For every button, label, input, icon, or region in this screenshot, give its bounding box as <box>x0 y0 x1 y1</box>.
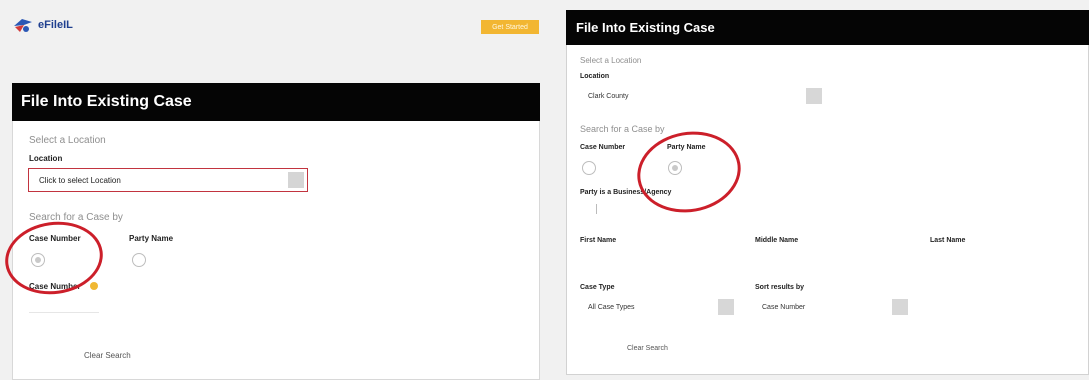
location-select[interactable]: Click to select Location <box>28 168 308 192</box>
right-location-value[interactable]: Clark County <box>588 93 628 100</box>
middle-name-input[interactable] <box>755 252 905 264</box>
logo-text: eFileIL <box>38 19 73 31</box>
first-name-label: First Name <box>580 237 617 244</box>
right-location-label: Location <box>580 73 610 80</box>
first-name-input[interactable] <box>580 252 730 264</box>
middle-name-label: Middle Name <box>755 237 799 244</box>
sort-results-label: Sort results by <box>755 284 805 291</box>
case-number-input[interactable] <box>29 298 99 313</box>
required-indicator-icon <box>90 282 98 290</box>
case-type-value[interactable]: All Case Types <box>588 304 635 311</box>
right-select-location-heading: Select a Location <box>580 56 642 65</box>
location-dropdown-button-icon[interactable] <box>806 88 822 104</box>
dropdown-button-icon[interactable] <box>288 172 304 188</box>
sort-results-value[interactable]: Case Number <box>762 304 805 311</box>
search-case-heading: Search for a Case by <box>29 212 123 223</box>
logo-emblem-icon <box>12 16 34 34</box>
party-name-option-label: Party Name <box>129 234 174 243</box>
right-case-number-option-label: Case Number <box>580 144 626 151</box>
get-started-button[interactable]: Get Started <box>481 20 539 34</box>
last-name-label: Last Name <box>930 237 966 244</box>
efile-logo[interactable]: eFileIL <box>12 16 73 34</box>
right-panel-title: File Into Existing Case <box>566 10 1089 45</box>
right-clear-search-button[interactable]: Clear Search <box>627 345 668 352</box>
case-type-label: Case Type <box>580 284 615 291</box>
location-label: Location <box>29 154 63 163</box>
left-clear-search-button[interactable]: Clear Search <box>84 351 131 360</box>
case-type-dropdown-button-icon[interactable] <box>718 299 734 315</box>
select-location-heading: Select a Location <box>29 135 106 146</box>
right-case-number-radio[interactable] <box>582 161 596 175</box>
party-name-radio[interactable] <box>132 253 146 267</box>
sort-dropdown-button-icon[interactable] <box>892 299 908 315</box>
left-panel-title: File Into Existing Case <box>12 83 540 121</box>
right-search-case-heading: Search for a Case by <box>580 124 665 134</box>
business-agency-toggle[interactable] <box>596 204 597 214</box>
last-name-input[interactable] <box>930 252 1080 264</box>
location-select-placeholder: Click to select Location <box>39 175 121 185</box>
